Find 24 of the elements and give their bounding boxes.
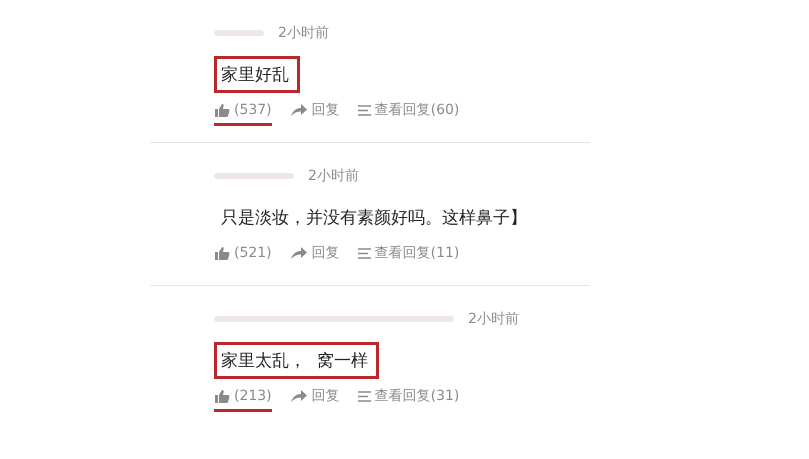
share-arrow-icon <box>290 390 308 402</box>
list-icon <box>358 104 371 116</box>
comment-text: 家里好乱 <box>214 56 300 93</box>
comment-text: 家里太乱， 窝一样 <box>214 342 379 379</box>
share-arrow-icon <box>290 104 308 116</box>
like-button[interactable]: (213) <box>214 385 272 412</box>
view-replies-button[interactable]: 查看回复(11) <box>358 242 460 269</box>
thumbs-up-icon <box>214 102 230 118</box>
timestamp: 2小时前 <box>278 24 329 42</box>
timestamp: 2小时前 <box>308 167 359 185</box>
reply-button[interactable]: 回复 <box>290 242 340 269</box>
reply-button[interactable]: 回复 <box>290 385 340 412</box>
list-icon <box>358 390 371 402</box>
view-replies-button[interactable]: 查看回复(31) <box>358 385 460 412</box>
view-replies-button[interactable]: 查看回复(60) <box>358 99 460 126</box>
like-button[interactable]: (521) <box>214 242 272 269</box>
list-icon <box>358 248 371 258</box>
comment-text: 只是淡妆，并没有素颜好吗。这样鼻子】 <box>220 207 528 230</box>
thumbs-up-icon <box>214 246 230 260</box>
share-arrow-icon <box>290 246 308 260</box>
timestamp: 2小时前 <box>468 310 519 328</box>
reply-button[interactable]: 回复 <box>290 99 340 126</box>
thumbs-up-icon <box>214 388 230 404</box>
like-button[interactable]: (537) <box>214 99 272 126</box>
